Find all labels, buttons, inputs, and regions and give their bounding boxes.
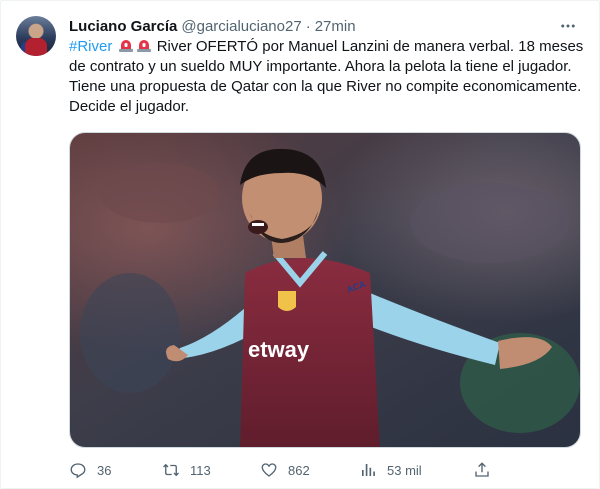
views-count: 53 mil [387,462,422,478]
more-button[interactable] [557,15,579,37]
like-count: 862 [288,462,310,478]
views-icon [362,464,375,476]
avatar[interactable] [16,16,56,56]
siren-emoji-icon [136,40,151,52]
author-name[interactable]: Luciano García [69,18,177,35]
retweet-icon [163,463,179,477]
retweet-button[interactable]: 113 [162,459,211,481]
footballer-photo: etway ACA [70,133,580,447]
reply-count: 36 [97,462,112,478]
tweet-image[interactable]: etway ACA [69,132,581,448]
tweet-card[interactable]: Luciano García @garcialuciano27 · 27min … [0,0,600,489]
retweet-count: 113 [190,462,211,478]
hashtag-link[interactable]: #River [69,38,112,55]
share-icon [475,462,489,477]
more-icon [561,24,575,28]
action-bar: 36 113 862 53 mil [69,459,499,481]
tweet-time[interactable]: 27min [315,18,356,35]
tweet-header: Luciano García @garcialuciano27 · 27min [69,16,356,36]
header-separator: · [305,17,311,35]
like-button[interactable]: 862 [260,459,310,481]
like-icon [261,463,277,477]
avatar-figure [25,38,47,56]
shirt-sponsor-text: etway [248,337,310,362]
siren-emoji-icon [118,40,133,52]
reply-button[interactable]: 36 [69,459,111,481]
views-button[interactable]: 53 mil [359,459,422,481]
reply-icon [70,463,86,479]
author-handle[interactable]: @garcialuciano27 [181,18,301,35]
tweet-text: #River River OFERTÓ por Manuel Lanzini d… [69,37,585,117]
share-button[interactable] [473,459,491,481]
